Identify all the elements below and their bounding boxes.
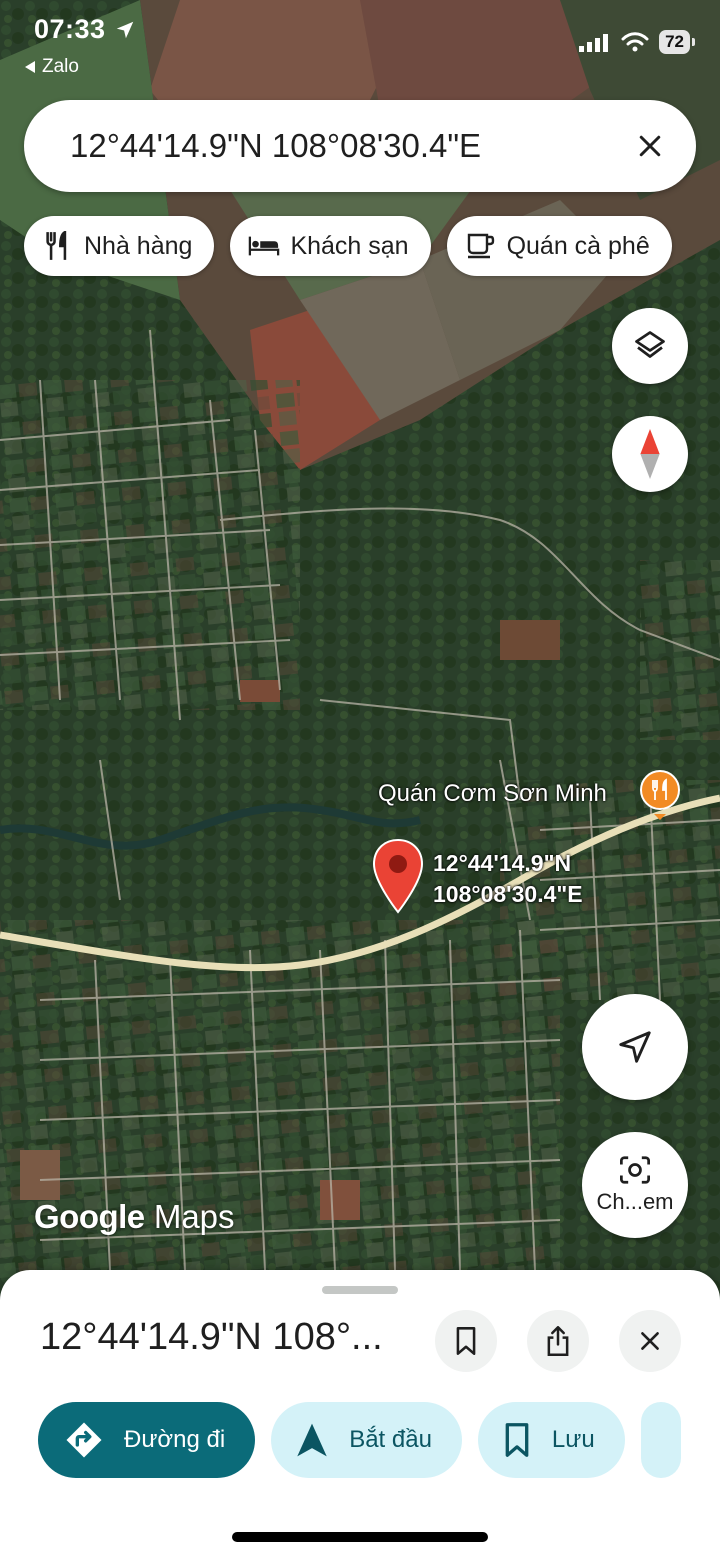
- restaurant-pin-icon: [640, 770, 680, 820]
- clock-text: 07:33: [34, 14, 106, 44]
- directions-button[interactable]: Đường đi: [38, 1402, 256, 1478]
- hotel-bed-icon: [248, 230, 280, 262]
- my-location-button[interactable]: [582, 994, 688, 1100]
- close-icon: [641, 1332, 659, 1350]
- clear-search-button[interactable]: [628, 124, 672, 168]
- map-layers-button[interactable]: [612, 308, 688, 384]
- action-buttons-row: Đường đi Bắt đầu Lưu: [38, 1402, 681, 1478]
- directions-label: Đường đi: [124, 1426, 226, 1453]
- chip-label: Nhà hàng: [84, 231, 193, 260]
- sheet-drag-handle[interactable]: [322, 1286, 398, 1294]
- chip-restaurants[interactable]: Nhà hàng: [24, 216, 215, 276]
- directions-icon: [66, 1422, 102, 1458]
- status-indicators: 72: [579, 30, 695, 54]
- maps-wordmark: Maps: [153, 1198, 235, 1235]
- bookmark-icon: [505, 1423, 529, 1457]
- place-title: 12°44'14.9"N 108°...: [40, 1316, 383, 1358]
- chip-hotels[interactable]: Khách sạn: [230, 216, 431, 276]
- navigation-arrow-icon: [297, 1423, 327, 1457]
- cellular-signal-icon: [579, 34, 609, 52]
- chip-label: Quán cà phê: [506, 231, 650, 260]
- restaurant-icon: [42, 230, 74, 262]
- close-sheet-button[interactable]: [619, 1310, 681, 1372]
- wifi-icon: [621, 32, 649, 52]
- bookmark-icon: [456, 1327, 476, 1355]
- save-place-button[interactable]: [435, 1310, 497, 1372]
- compass-icon: [640, 429, 660, 479]
- start-label: Bắt đầu: [349, 1426, 432, 1453]
- home-indicator[interactable]: [232, 1532, 488, 1542]
- camera-search-button[interactable]: Ch...em: [582, 1132, 688, 1238]
- google-maps-logo: Google Maps: [34, 1198, 235, 1236]
- poi-name-label[interactable]: Quán Cơm Sơn Minh: [378, 780, 607, 808]
- red-pin-icon: [372, 838, 424, 914]
- share-icon: [547, 1326, 569, 1356]
- layers-icon: [635, 331, 665, 358]
- compass-button[interactable]: [612, 416, 688, 492]
- start-navigation-button[interactable]: Bắt đầu: [271, 1402, 462, 1478]
- more-actions-button-partial[interactable]: [640, 1402, 681, 1478]
- search-bar[interactable]: 12°44'14.9"N 108°08'30.4"E: [24, 100, 696, 192]
- back-app-name: Zalo: [42, 56, 79, 77]
- camera-button-label: Ch...em: [596, 1189, 674, 1214]
- restaurant-poi-pin[interactable]: [638, 770, 682, 820]
- back-to-app-link[interactable]: Zalo: [24, 56, 79, 78]
- pin-coordinates-label: 12°44'14.9"N 108°08'30.4"E: [433, 848, 583, 910]
- camera-lens-icon: [620, 1156, 650, 1184]
- pin-lng-text: 108°08'30.4"E: [433, 881, 583, 907]
- chip-label: Khách sạn: [290, 231, 409, 260]
- navigation-arrow-icon: [619, 1031, 651, 1063]
- share-button[interactable]: [527, 1310, 589, 1372]
- google-wordmark: Google: [34, 1198, 145, 1235]
- search-query-text[interactable]: 12°44'14.9"N 108°08'30.4"E: [70, 127, 628, 165]
- status-bar-time: 07:33: [34, 14, 136, 45]
- category-chips: Nhà hàng Khách sạn Quán cà phê: [24, 216, 672, 276]
- save-button[interactable]: Lưu: [477, 1402, 625, 1478]
- location-arrow-icon: [116, 21, 133, 38]
- battery-indicator: 72: [659, 30, 695, 54]
- chip-coffee[interactable]: Quán cà phê: [446, 216, 672, 276]
- close-icon: [639, 135, 661, 157]
- save-label: Lưu: [551, 1426, 595, 1453]
- coffee-cup-icon: [465, 230, 497, 262]
- dropped-pin-marker[interactable]: [372, 838, 424, 914]
- back-triangle-icon: [25, 61, 35, 73]
- place-bottom-sheet: 12°44'14.9"N 108°... Đường đi Bắt đầu Lư…: [0, 1270, 720, 1559]
- pin-lat-text: 12°44'14.9"N: [433, 850, 572, 876]
